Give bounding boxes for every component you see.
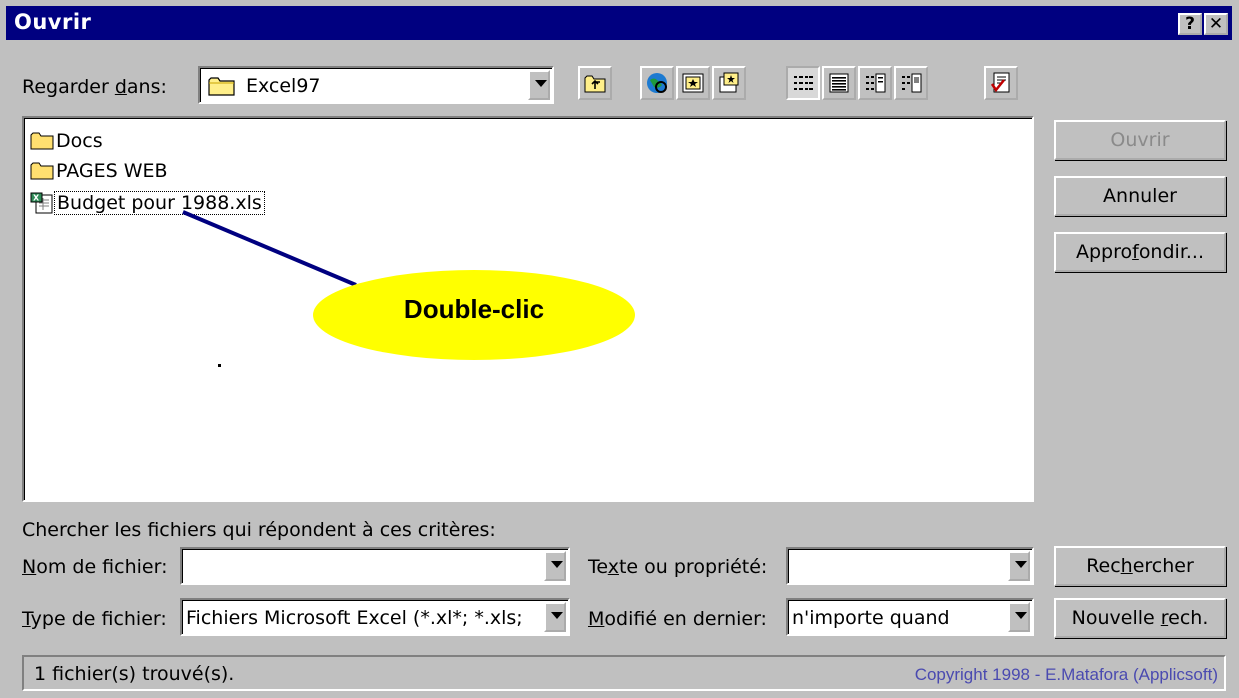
open-dialog: Ouvrir ? ✕ Regarder dans: Excel97 Docs P… (0, 0, 1239, 698)
filetype-value: Fichiers Microsoft Excel (*.xl*; *.xls; (186, 607, 523, 629)
copyright-text: Copyright 1998 - E.Matafora (Applicsoft) (914, 665, 1218, 684)
callout-pointer-line (182, 210, 357, 287)
status-bar: 1 fichier(s) trouvé(s). Copyright 1998 -… (22, 655, 1226, 691)
files-found-status: 1 fichier(s) trouvé(s). (34, 663, 235, 685)
filename-dropdown-button[interactable] (544, 551, 566, 581)
callout-text: Double-clic (403, 294, 545, 324)
filetype-dropdown-button[interactable] (544, 602, 566, 632)
modified-dropdown-button[interactable] (1008, 602, 1030, 632)
text-property-label: Texte ou propriété: (588, 556, 768, 578)
new-search-button[interactable]: Nouvelle rech. (1054, 598, 1226, 638)
open-button[interactable]: Ouvrir (1054, 120, 1226, 160)
modified-combobox[interactable]: n'importe quand (786, 598, 1034, 636)
modified-value: n'importe quand (792, 607, 950, 629)
filetype-label: Type de fichier: (22, 608, 167, 630)
text-property-dropdown-button[interactable] (1008, 551, 1030, 581)
advanced-button[interactable]: Approfondir... (1054, 232, 1226, 272)
search-button[interactable]: Rechercher (1054, 546, 1226, 586)
filename-combobox[interactable] (180, 547, 570, 585)
modified-label: Modifié en dernier: (588, 608, 767, 630)
cancel-button[interactable]: Annuler (1054, 176, 1226, 216)
criteria-heading: Chercher les fichiers qui répondent à ce… (22, 519, 496, 541)
filename-label: Nom de fichier: (22, 556, 168, 578)
filetype-combobox[interactable]: Fichiers Microsoft Excel (*.xl*; *.xls; (180, 598, 570, 636)
text-property-combobox[interactable] (786, 547, 1034, 585)
